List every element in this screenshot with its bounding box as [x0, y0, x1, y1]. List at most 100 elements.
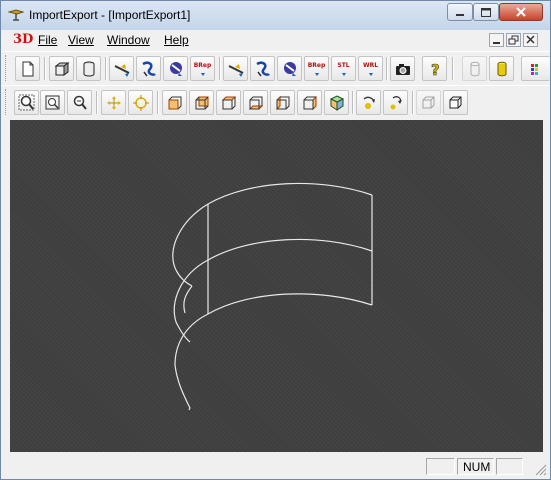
toolbar-separator [386, 57, 388, 80]
toolbar-separator [96, 91, 98, 114]
iges-icon [142, 61, 156, 77]
lower-left-arc [174, 313, 209, 409]
toolbar-separator [44, 57, 46, 80]
mdi-close-button[interactable] [523, 33, 538, 47]
help-button[interactable]: ? [422, 56, 447, 81]
maximize-button[interactable] [473, 3, 499, 21]
pan-button[interactable] [101, 90, 126, 115]
axo-view-button[interactable] [324, 90, 349, 115]
open-cylinder-button[interactable] [76, 56, 101, 81]
toolbar-separator [352, 91, 354, 114]
menu-file[interactable]: File [38, 33, 57, 47]
scroll-lock-indicator [496, 458, 523, 475]
bottom-edge-curve [207, 293, 373, 315]
minimize-icon [493, 42, 500, 44]
toolbar-separator [105, 57, 107, 80]
export-brep-button[interactable]: BRep [304, 56, 329, 81]
mdi-minimize-button[interactable] [489, 33, 504, 47]
menu-window-label: Window [107, 33, 150, 47]
fit-all-button[interactable] [40, 90, 65, 115]
rotation-icon [363, 96, 375, 109]
menu-file-label: File [38, 33, 58, 47]
reset-view-icon [390, 96, 402, 110]
toolbar-separator [412, 91, 414, 114]
right-view-button[interactable] [297, 90, 322, 115]
bottom-view-button[interactable] [243, 90, 268, 115]
zoom-button[interactable] [67, 90, 92, 115]
main-toolbar: BRep BRep STL WRL ? [1, 51, 550, 86]
menu-help-label: Help [164, 33, 189, 47]
status-message-pane [9, 458, 421, 475]
import-brep-button[interactable]: BRep [190, 56, 215, 81]
menu-window[interactable]: Window [107, 33, 150, 47]
resize-grip-icon[interactable] [534, 463, 548, 477]
toolbar-grip[interactable] [5, 55, 9, 81]
app-window: ImportExport - [ImportExport1] 3D File V… [0, 0, 551, 480]
pan-icon [107, 96, 121, 110]
screenshot-button[interactable] [390, 56, 415, 81]
menu-view[interactable]: View [68, 33, 94, 47]
new-document-button[interactable] [15, 56, 40, 81]
reset-view-button[interactable] [383, 90, 408, 115]
top-view-button[interactable] [216, 90, 241, 115]
back-view-button[interactable] [189, 90, 214, 115]
minimize-icon [456, 14, 464, 16]
color-button[interactable] [521, 56, 550, 81]
left-view-icon [276, 95, 290, 111]
hidden-line-off-button[interactable] [416, 90, 441, 115]
app-3d-logo[interactable]: 3D [13, 32, 33, 47]
brep-icon [201, 73, 205, 76]
question-icon: ? [431, 61, 440, 78]
minimize-button[interactable] [447, 3, 473, 21]
hlr-off-icon [422, 96, 435, 109]
3d-viewport[interactable] [10, 120, 543, 452]
import-step-button[interactable] [163, 56, 188, 81]
box-icon [54, 62, 70, 76]
export-vrml-button[interactable]: WRL [358, 56, 383, 81]
num-lock-label: NUM [463, 460, 491, 474]
export-step-button[interactable] [277, 56, 302, 81]
toolbar-grip[interactable] [5, 89, 9, 115]
import-iges-button[interactable] [136, 56, 161, 81]
front-view-button[interactable] [162, 90, 187, 115]
step-icon [284, 62, 296, 76]
shading-solid-button[interactable] [489, 56, 514, 81]
title-bar[interactable]: ImportExport - [ImportExport1] [1, 1, 550, 30]
zoom-window-icon [18, 94, 35, 111]
arrow-icon [114, 64, 130, 77]
global-pan-icon [133, 95, 149, 111]
vrml-icon [369, 73, 373, 76]
close-button[interactable] [499, 3, 543, 21]
top-view-icon [221, 96, 237, 110]
num-lock-indicator: NUM [457, 458, 494, 475]
maximize-icon [481, 8, 491, 17]
hidden-line-on-button[interactable] [443, 90, 468, 115]
close-icon [526, 35, 535, 44]
menu-help[interactable]: Help [164, 33, 189, 47]
svg-text:?: ? [431, 61, 440, 78]
zoom-icon [73, 95, 87, 110]
cylinder-icon [83, 61, 95, 77]
app-logo-icon [8, 9, 24, 21]
mdi-restore-button[interactable] [506, 33, 521, 47]
step-icon [170, 62, 182, 76]
menu-bar: 3D File View Window Help [1, 30, 550, 52]
window-title: ImportExport - [ImportExport1] [29, 8, 191, 22]
left-view-button[interactable] [270, 90, 295, 115]
export-stl-button[interactable]: STL [331, 56, 356, 81]
open-box-button[interactable] [49, 56, 74, 81]
view-toolbar [1, 85, 550, 120]
bottom-view-icon [248, 96, 264, 110]
import-arrow-button[interactable] [109, 56, 134, 81]
back-view-icon [195, 96, 209, 110]
zoom-window-button[interactable] [14, 90, 39, 115]
front-view-icon [168, 96, 182, 110]
fit-all-icon [45, 95, 60, 110]
export-arrow-button[interactable] [223, 56, 248, 81]
surface-wireframe [172, 182, 373, 411]
shading-wire-button[interactable] [462, 56, 487, 81]
rotation-button[interactable] [356, 90, 381, 115]
arrow-icon [228, 64, 244, 77]
global-pan-button[interactable] [128, 90, 153, 115]
export-iges-button[interactable] [250, 56, 275, 81]
